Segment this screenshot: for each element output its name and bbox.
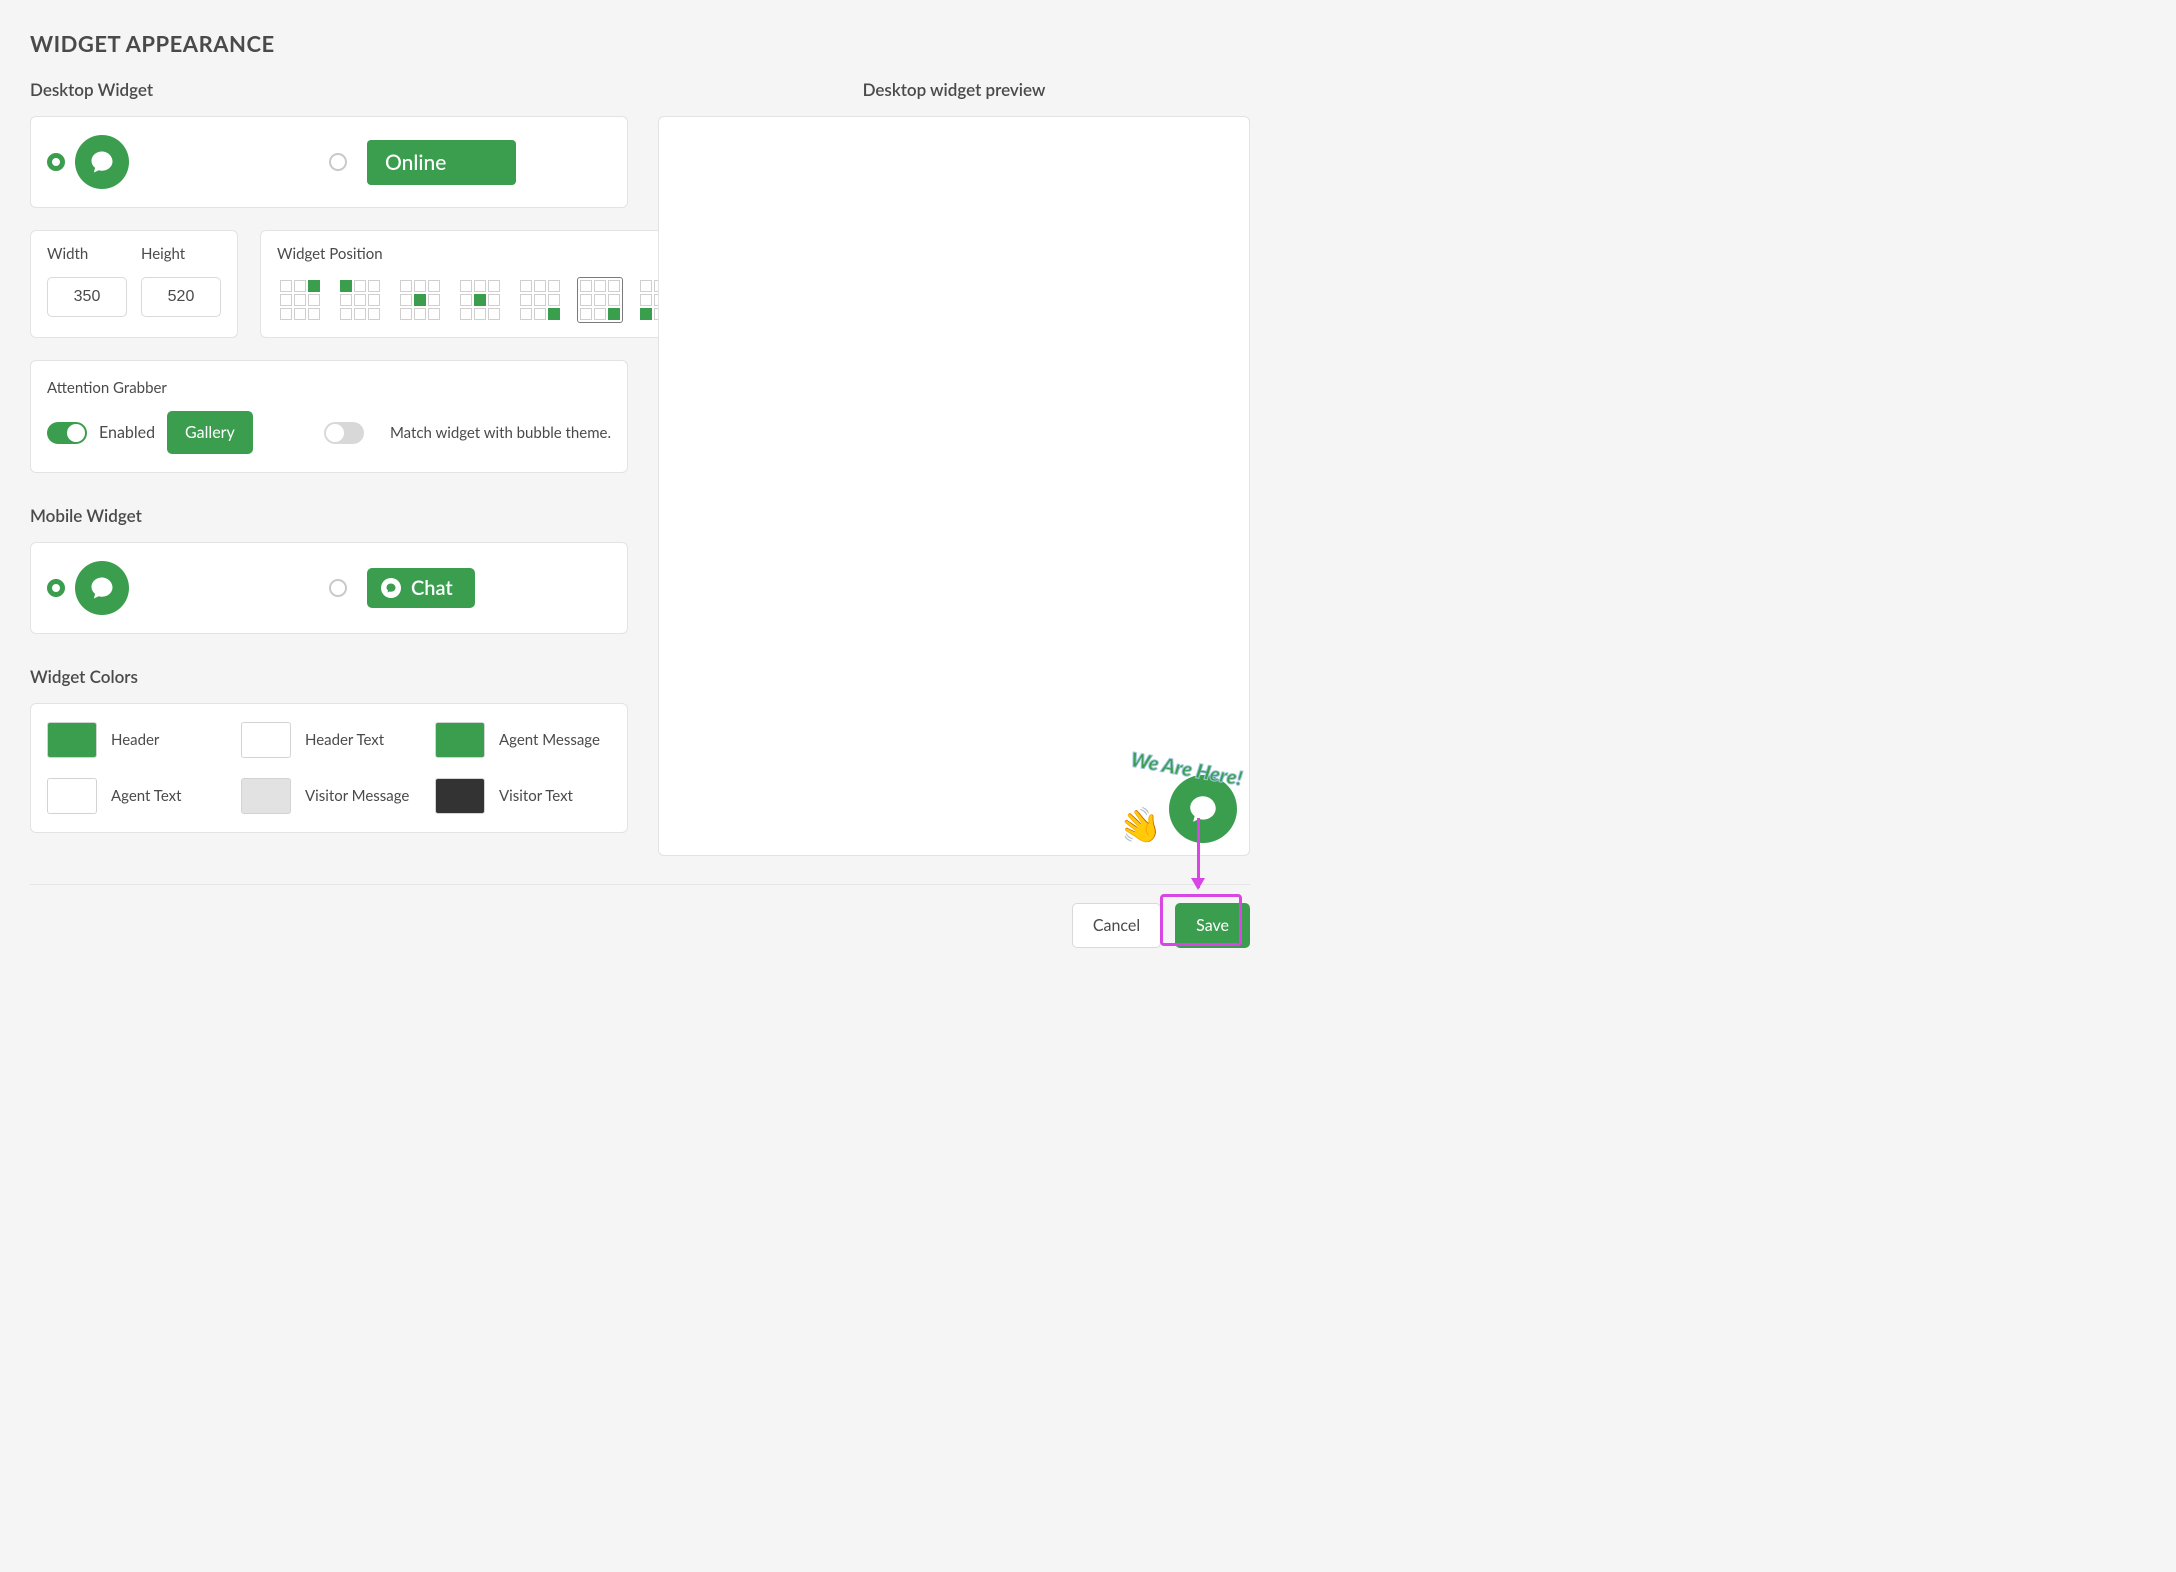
mobile-style-card: Chat <box>30 542 628 634</box>
color-label: Header Text <box>305 731 384 749</box>
chat-mini-bubble-icon <box>381 578 401 598</box>
color-item-0: Header <box>47 722 223 758</box>
attention-grabber-card: Attention Grabber Enabled Gallery Match … <box>30 360 628 473</box>
color-label: Agent Message <box>499 731 600 749</box>
color-item-3: Agent Text <box>47 778 223 814</box>
footer-actions: Cancel Save <box>30 903 1250 948</box>
grabber-label: Attention Grabber <box>47 379 611 397</box>
desktop-bubble-radio[interactable] <box>47 153 65 171</box>
color-label: Agent Text <box>111 787 181 805</box>
color-item-5: Visitor Text <box>435 778 611 814</box>
desktop-style-card: Online <box>30 116 628 208</box>
gallery-button[interactable]: Gallery <box>167 411 253 454</box>
position-option-2[interactable] <box>397 277 443 323</box>
mobile-bar-radio[interactable] <box>329 579 347 597</box>
color-swatch[interactable] <box>241 722 291 758</box>
width-label: Width <box>47 245 127 263</box>
colors-section-label: Widget Colors <box>30 666 628 687</box>
mobile-bubble-radio[interactable] <box>47 579 65 597</box>
position-option-4[interactable] <box>517 277 563 323</box>
color-label: Visitor Message <box>305 787 409 805</box>
mobile-section-label: Mobile Widget <box>30 505 628 526</box>
position-option-5[interactable] <box>577 277 623 323</box>
divider <box>30 884 1250 885</box>
color-swatch[interactable] <box>241 778 291 814</box>
height-input[interactable] <box>141 277 221 317</box>
color-swatch[interactable] <box>47 778 97 814</box>
page-title: WIDGET APPEARANCE <box>30 30 1250 57</box>
position-option-1[interactable] <box>337 277 383 323</box>
color-swatch[interactable] <box>435 722 485 758</box>
save-button[interactable]: Save <box>1175 903 1250 948</box>
grabber-enabled-label: Enabled <box>99 423 155 442</box>
mobile-bar-preview: Chat <box>367 568 475 608</box>
match-theme-label: Match widget with bubble theme. <box>390 424 611 442</box>
colors-card: Header Header Text Agent Message Agent Text… <box>30 703 628 833</box>
color-swatch[interactable] <box>47 722 97 758</box>
desktop-bar-preview: Online <box>367 140 516 185</box>
chat-bubble-icon <box>75 135 129 189</box>
desktop-bar-radio[interactable] <box>329 153 347 171</box>
desktop-section-label: Desktop Widget <box>30 79 628 100</box>
annotation-arrow <box>1197 818 1200 888</box>
color-label: Visitor Text <box>499 787 573 805</box>
position-option-0[interactable] <box>277 277 323 323</box>
preview-label: Desktop widget preview <box>658 79 1250 100</box>
dimensions-card: Width Height <box>30 230 238 338</box>
color-item-4: Visitor Message <box>241 778 417 814</box>
grabber-enabled-toggle[interactable] <box>47 422 87 444</box>
wave-hand-icon: 👋 <box>1115 804 1165 848</box>
height-label: Height <box>141 245 221 263</box>
width-input[interactable] <box>47 277 127 317</box>
color-item-1: Header Text <box>241 722 417 758</box>
position-option-3[interactable] <box>457 277 503 323</box>
cancel-button[interactable]: Cancel <box>1072 903 1161 948</box>
color-label: Header <box>111 731 159 749</box>
mobile-bar-label: Chat <box>411 576 453 600</box>
color-item-2: Agent Message <box>435 722 611 758</box>
preview-panel: We Are Here! 👋 <box>658 116 1250 856</box>
chat-bubble-icon <box>75 561 129 615</box>
match-theme-toggle[interactable] <box>324 422 364 444</box>
color-swatch[interactable] <box>435 778 485 814</box>
